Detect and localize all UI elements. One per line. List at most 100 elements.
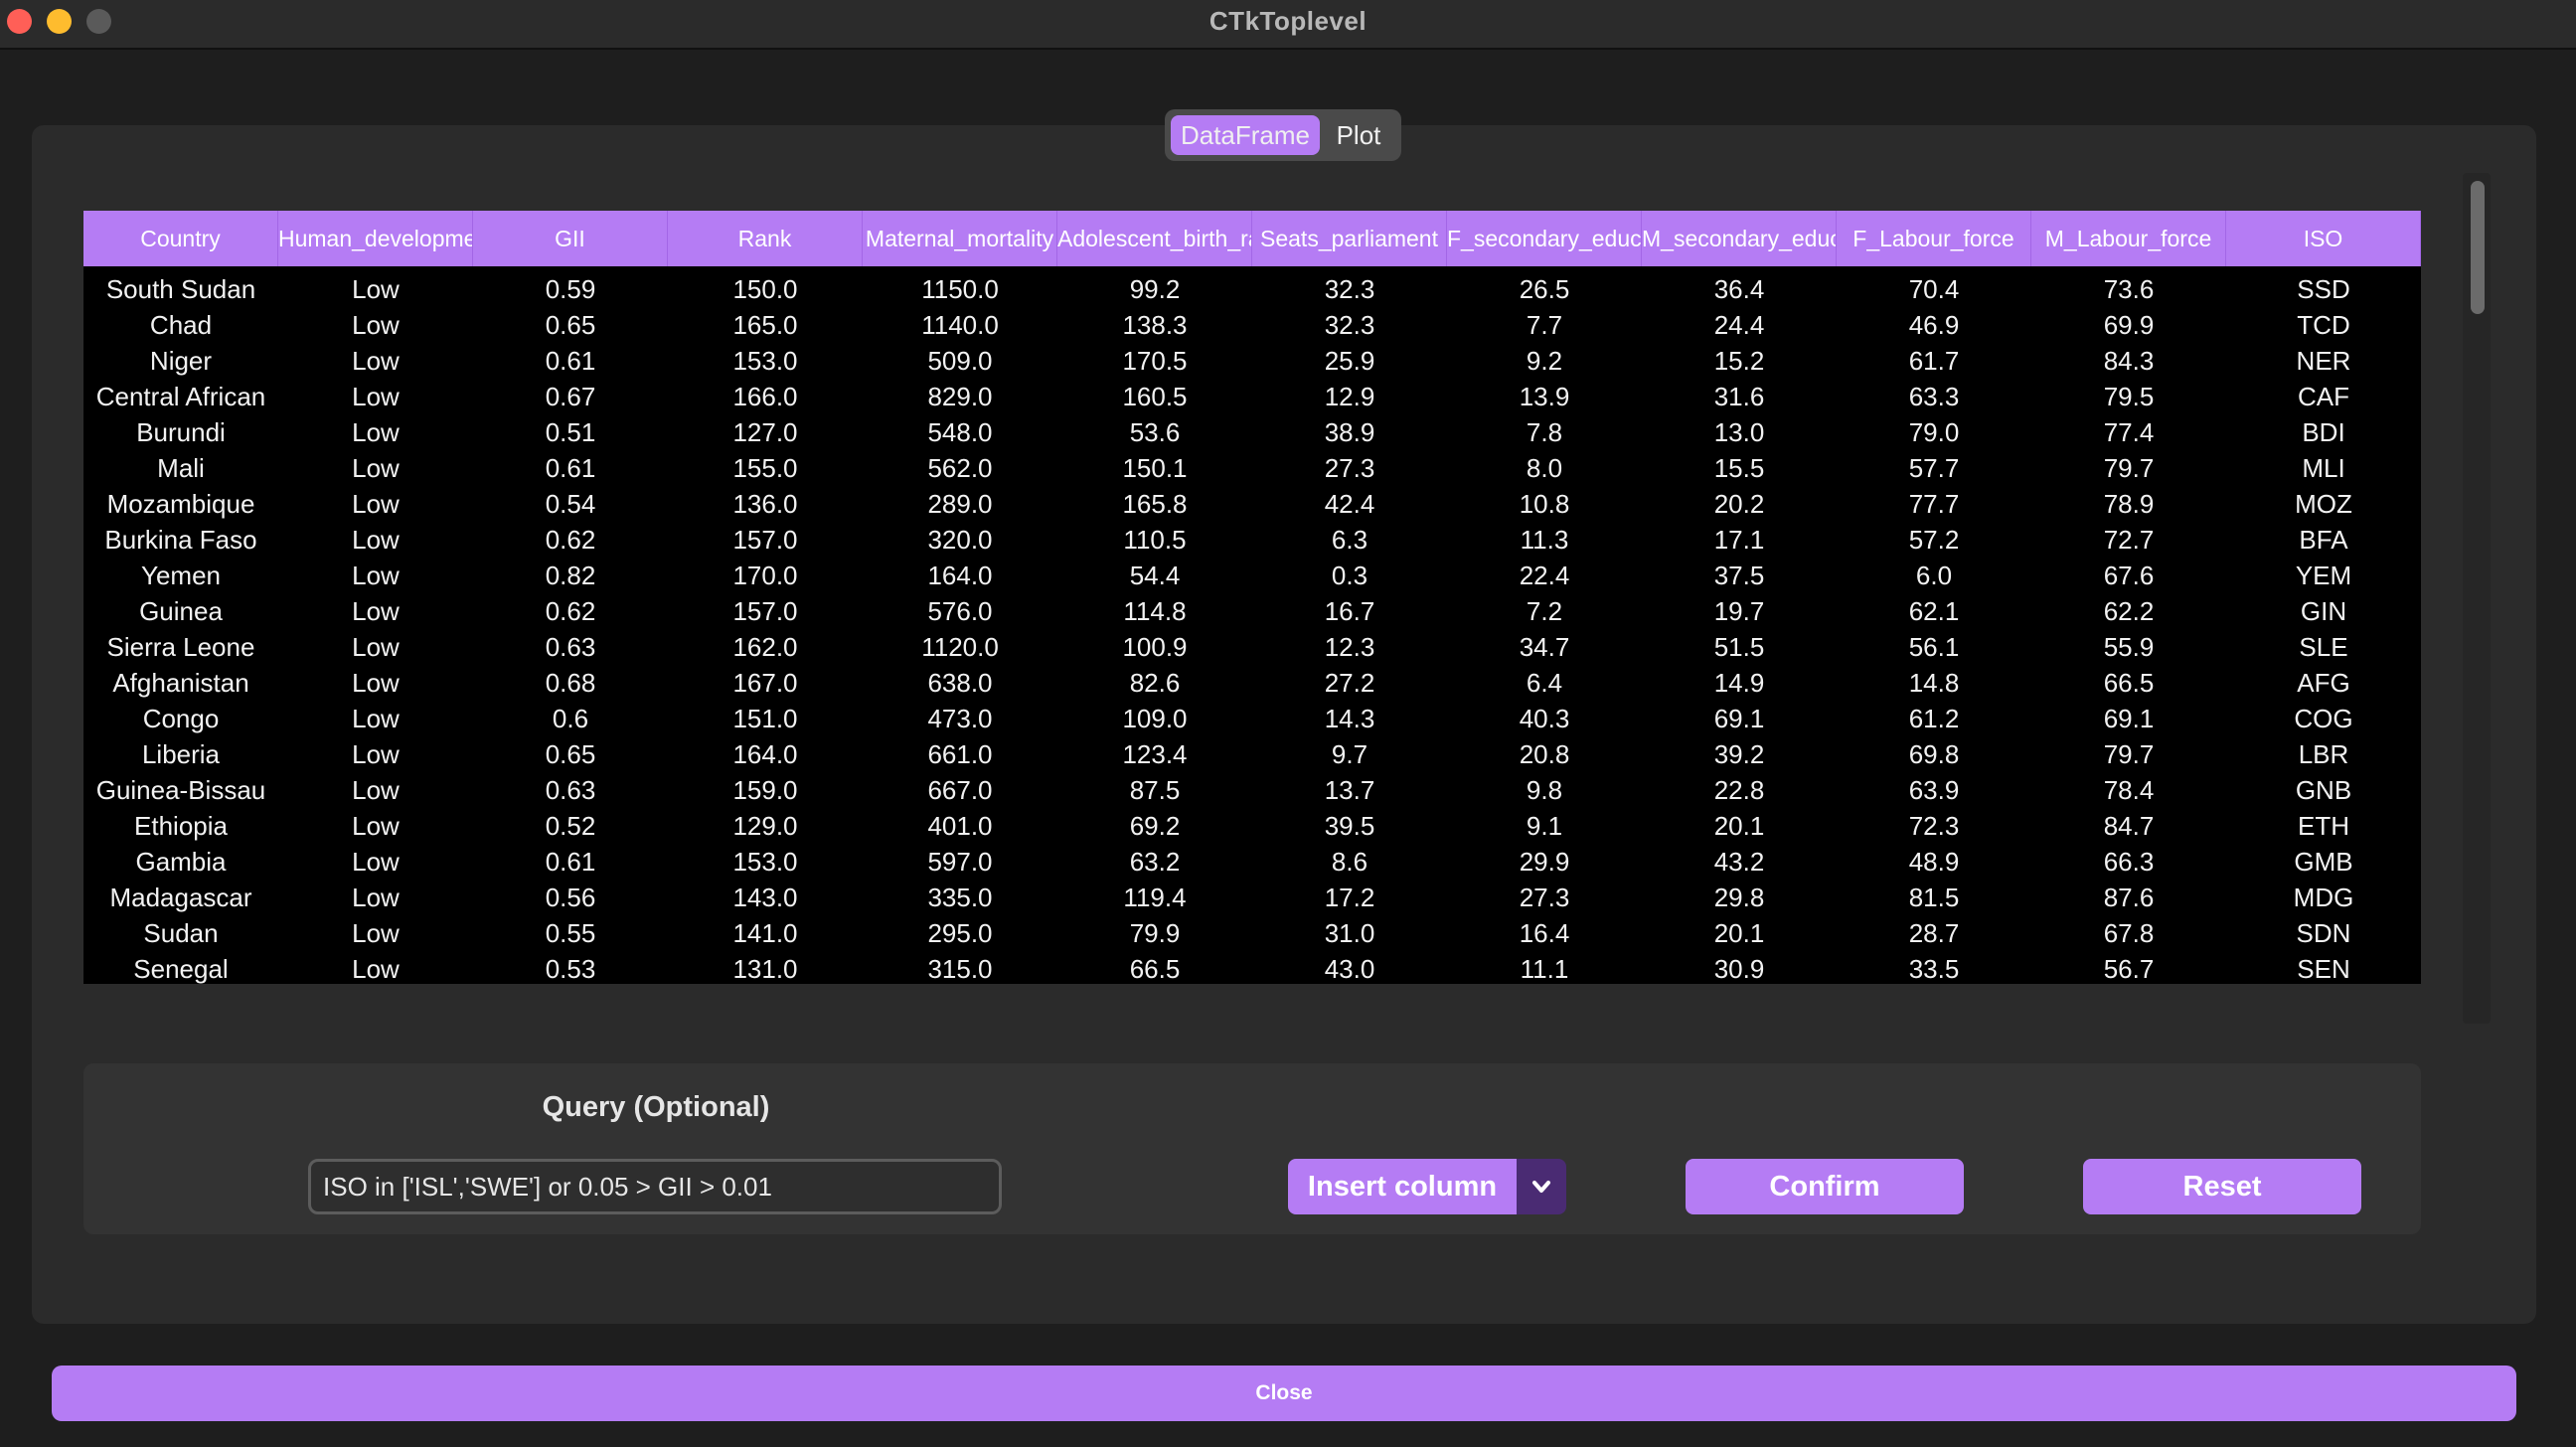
column-header[interactable]: ISO xyxy=(2226,211,2421,266)
column-header[interactable]: Country xyxy=(83,211,278,266)
table-cell: 0.56 xyxy=(545,883,596,912)
table-cell: 7.2 xyxy=(1526,596,1563,626)
table-cell: 0.61 xyxy=(545,453,596,483)
scrollbar-thumb[interactable] xyxy=(2471,181,2485,314)
column-header[interactable]: M_secondary_educ xyxy=(1642,211,1837,266)
table-cell: Low xyxy=(352,417,400,447)
table-cell: SDN xyxy=(2296,918,2351,948)
column-header[interactable]: Rank xyxy=(668,211,863,266)
column-header[interactable]: Maternal_mortality xyxy=(863,211,1057,266)
table-cell: South Sudan xyxy=(105,274,256,304)
tab-dataframe[interactable]: DataFrame xyxy=(1171,115,1320,155)
table-cell: 69.1 xyxy=(1713,704,1765,733)
insert-column-dropdown[interactable] xyxy=(1517,1159,1566,1214)
table-cell: AFG xyxy=(2297,668,2350,698)
table-cell: 19.7 xyxy=(1713,596,1765,626)
table-body: South Sudan Low 0.59 150.0 1150.0 99.2 32.3 26.… xyxy=(83,271,2421,984)
table-cell: 17.2 xyxy=(1324,883,1375,912)
table-cell: Liberia xyxy=(141,739,221,769)
table-cell: 78.9 xyxy=(2103,489,2155,519)
table-row: Burundi Low 0.51 127.0 548.0 53.6 38.9 7.8 13.0 7… xyxy=(83,414,2421,450)
table-cell: 34.7 xyxy=(1519,632,1570,662)
table-row: Central African Low 0.67 166.0 829.0 160.5 12.… xyxy=(83,379,2421,414)
reset-button[interactable]: Reset xyxy=(2083,1159,2361,1214)
table-cell: 0.52 xyxy=(545,811,596,841)
table-cell: 66.3 xyxy=(2103,847,2155,877)
table-row: Ethiopia Low 0.52 129.0 401.0 69.2 39.5 9.1 20.1… xyxy=(83,808,2421,844)
table-cell: Low xyxy=(352,918,400,948)
table-cell: 27.2 xyxy=(1324,668,1375,698)
table-cell: Mozambique xyxy=(106,489,255,519)
table-cell: 42.4 xyxy=(1324,489,1375,519)
table-cell: 8.0 xyxy=(1526,453,1563,483)
table-cell: 562.0 xyxy=(927,453,993,483)
table-cell: 7.7 xyxy=(1526,310,1563,340)
table-cell: 27.3 xyxy=(1324,453,1375,483)
table-cell: 13.9 xyxy=(1519,382,1570,411)
table-cell: Low xyxy=(352,596,400,626)
close-button[interactable]: Close xyxy=(52,1366,2516,1421)
column-header[interactable]: GII xyxy=(473,211,668,266)
table-cell: 6.0 xyxy=(1915,561,1953,590)
table-cell: 57.2 xyxy=(1908,525,1960,555)
table-cell: Chad xyxy=(149,310,213,340)
table-cell: 38.9 xyxy=(1324,417,1375,447)
table-cell: 150.1 xyxy=(1122,453,1188,483)
table-cell: 473.0 xyxy=(927,704,993,733)
table-cell: BDI xyxy=(2302,417,2345,447)
table-cell: 320.0 xyxy=(927,525,993,555)
confirm-button[interactable]: Confirm xyxy=(1686,1159,1964,1214)
table-row: Niger Low 0.61 153.0 509.0 170.5 25.9 9.2 15.2 61… xyxy=(83,343,2421,379)
table-cell: 84.7 xyxy=(2103,811,2155,841)
table-cell: 153.0 xyxy=(732,847,798,877)
table-cell: Low xyxy=(352,811,400,841)
table-cell: 661.0 xyxy=(927,739,993,769)
table-cell: MLI xyxy=(2302,453,2345,483)
table-cell: 1140.0 xyxy=(921,310,999,340)
table-cell: 153.0 xyxy=(732,346,798,376)
table-cell: 170.5 xyxy=(1122,346,1188,376)
table-cell: 576.0 xyxy=(927,596,993,626)
table-cell: Sudan xyxy=(143,918,219,948)
table-cell: 1150.0 xyxy=(921,274,999,304)
table-row: Mozambique Low 0.54 136.0 289.0 165.8 42.4 10.8… xyxy=(83,486,2421,522)
tab-plot[interactable]: Plot xyxy=(1322,115,1395,155)
table-cell: Low xyxy=(352,489,400,519)
table-cell: 14.3 xyxy=(1324,704,1375,733)
table-cell: Niger xyxy=(149,346,213,376)
table-cell: 157.0 xyxy=(732,525,798,555)
column-header[interactable]: M_Labour_force xyxy=(2031,211,2226,266)
query-input[interactable] xyxy=(308,1159,1002,1214)
table-cell: 79.9 xyxy=(1129,918,1181,948)
table-cell: 51.5 xyxy=(1713,632,1765,662)
table-cell: 61.7 xyxy=(1908,346,1960,376)
table-cell: 17.1 xyxy=(1713,525,1765,555)
table-cell: 109.0 xyxy=(1122,704,1188,733)
table-cell: 0.53 xyxy=(545,954,596,984)
table-row: Chad Low 0.65 165.0 1140.0 138.3 32.3 7.7 24.4 46… xyxy=(83,307,2421,343)
table-cell: 66.5 xyxy=(1129,954,1181,984)
table-cell: 138.3 xyxy=(1122,310,1188,340)
table-cell: 87.6 xyxy=(2103,883,2155,912)
column-header[interactable]: Adolescent_birth_rate xyxy=(1057,211,1252,266)
table-cell: 11.3 xyxy=(1520,525,1569,555)
table-cell: GIN xyxy=(2300,596,2347,626)
column-header[interactable]: Human_development xyxy=(278,211,473,266)
table-cell: 28.7 xyxy=(1908,918,1960,948)
insert-column-button[interactable]: Insert column xyxy=(1288,1159,1517,1214)
table-cell: 1120.0 xyxy=(921,632,999,662)
table-row: South Sudan Low 0.59 150.0 1150.0 99.2 32.3 26.… xyxy=(83,271,2421,307)
column-header[interactable]: Seats_parliament xyxy=(1252,211,1447,266)
column-header[interactable]: F_Labour_force xyxy=(1837,211,2031,266)
table-cell: 77.4 xyxy=(2103,417,2155,447)
table-cell: 0.55 xyxy=(545,918,596,948)
column-header[interactable]: F_secondary_educ xyxy=(1447,211,1642,266)
table-cell: 66.5 xyxy=(2103,668,2155,698)
table-row: Senegal Low 0.53 131.0 315.0 66.5 43.0 11.1 30.9… xyxy=(83,951,2421,984)
table-cell: Low xyxy=(352,704,400,733)
table-cell: 114.8 xyxy=(1123,596,1187,626)
table-cell: 22.8 xyxy=(1713,775,1765,805)
table-cell: 20.1 xyxy=(1713,918,1765,948)
table-cell: Low xyxy=(352,739,400,769)
table-cell: 26.5 xyxy=(1519,274,1570,304)
